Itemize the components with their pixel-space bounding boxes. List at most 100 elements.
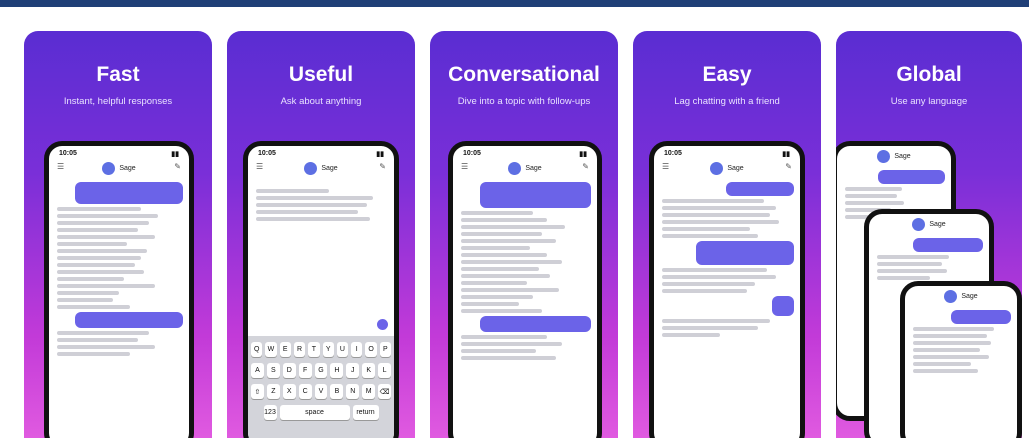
key[interactable]: E <box>279 342 291 357</box>
battery-icon: ▮▮ <box>376 151 384 158</box>
bot-reply <box>905 327 1017 373</box>
key[interactable]: L <box>378 363 392 378</box>
return-key[interactable]: return <box>352 405 379 420</box>
compose-icon[interactable]: ✎ <box>379 162 386 171</box>
status-bar: 10:05 ▮▮ <box>654 146 800 158</box>
bot-reply <box>654 199 800 238</box>
chat-header: ☰ Sage ✎ <box>654 158 800 179</box>
key[interactable]: S <box>266 363 280 378</box>
panel-subtitle: Dive into a topic with follow-ups <box>457 96 591 107</box>
key[interactable]: R <box>293 342 306 357</box>
key[interactable]: M <box>362 384 376 399</box>
keyboard-row-2: A S D F G H J K L <box>251 363 392 378</box>
user-message <box>725 182 794 196</box>
status-time: 10:05 <box>463 150 481 157</box>
key[interactable]: O <box>365 342 377 357</box>
user-message-2 <box>480 316 591 332</box>
battery-icon: ▮▮ <box>579 151 587 158</box>
user-message <box>480 182 591 208</box>
key[interactable]: T <box>308 342 320 357</box>
key[interactable]: Q <box>251 342 263 357</box>
compose-icon[interactable]: ✎ <box>582 162 589 171</box>
bot-reply <box>49 207 189 309</box>
panel-title: Easy <box>702 63 752 86</box>
key[interactable]: W <box>265 342 277 357</box>
key[interactable]: K <box>362 363 376 378</box>
key[interactable]: Y <box>322 342 334 357</box>
avatar <box>508 162 522 175</box>
phone-mockup: 10:05 ▮▮ ☰ Sage ✎ <box>448 141 602 438</box>
user-message <box>75 182 183 204</box>
key[interactable]: N <box>346 384 360 399</box>
panel-title: Global <box>896 63 962 86</box>
status-bar: 10:05 ▮▮ <box>453 146 597 158</box>
chat-header: Sage <box>837 146 951 167</box>
bot-name: Sage <box>894 153 911 160</box>
panel-easy: Easy Lag chatting with a friend 10:05 ▮▮ … <box>633 31 821 438</box>
chat-header: Sage <box>869 214 989 235</box>
key[interactable]: Z <box>266 384 280 399</box>
top-border <box>0 0 1029 7</box>
avatar <box>304 162 318 175</box>
menu-icon[interactable]: ☰ <box>256 162 263 171</box>
panel-conversational: Conversational Dive into a topic with fo… <box>430 31 618 438</box>
panel-subtitle: Instant, helpful responses <box>63 96 173 107</box>
user-message-2 <box>696 241 794 265</box>
key[interactable]: H <box>330 363 344 378</box>
bot-reply-2 <box>453 335 597 360</box>
keyboard-row-4: 123 space return <box>251 405 391 420</box>
key[interactable]: C <box>298 384 312 399</box>
bot-reply-3 <box>654 319 800 337</box>
bot-name: Sage <box>929 221 946 228</box>
key[interactable]: V <box>314 384 328 399</box>
menu-icon[interactable]: ☰ <box>461 162 468 171</box>
chat-header: ☰ Sage ✎ <box>49 158 189 179</box>
phone-mockup: 10:05 ▮▮ ☰ Sage ✎ <box>649 141 805 438</box>
avatar <box>710 162 724 175</box>
battery-icon: ▮▮ <box>171 151 179 158</box>
numbers-key[interactable]: 123 <box>263 405 277 420</box>
key[interactable]: D <box>282 363 296 378</box>
delete-key-icon[interactable]: ⌫ <box>378 384 392 399</box>
bot-reply <box>453 211 597 313</box>
avatar <box>912 218 926 231</box>
panel-global: Global Use any language Sage Sage Sage <box>836 31 1022 438</box>
phone-mockup-front: Sage <box>900 281 1022 438</box>
panel-useful: Useful Ask about anything 10:05 ▮▮ ☰ Sage… <box>227 31 415 438</box>
compose-icon[interactable]: ✎ <box>174 162 181 171</box>
send-button[interactable] <box>377 319 388 330</box>
avatar <box>944 290 958 303</box>
bot-reply <box>869 255 989 280</box>
keyboard-row-1: Q W E R T Y U I O P <box>251 342 391 357</box>
key[interactable]: F <box>298 363 312 378</box>
user-message <box>878 170 945 184</box>
user-message <box>950 310 1011 324</box>
bot-name: Sage <box>727 165 744 172</box>
panel-subtitle: Use any language <box>890 96 968 107</box>
bot-name: Sage <box>119 165 136 172</box>
compose-icon[interactable]: ✎ <box>785 162 792 171</box>
key[interactable]: A <box>251 363 264 378</box>
key[interactable]: P <box>379 342 391 357</box>
key[interactable]: J <box>346 363 360 378</box>
key[interactable]: U <box>336 342 349 357</box>
panel-fast: Fast Instant, helpful responses 10:05 ▮▮ … <box>24 31 212 438</box>
key[interactable]: I <box>351 342 363 357</box>
keyboard-row-3: ⇧ Z X C V B N M ⌫ <box>251 384 392 399</box>
status-time: 10:05 <box>664 150 682 157</box>
status-time: 10:05 <box>59 150 77 157</box>
panel-title: Useful <box>288 63 354 86</box>
menu-icon[interactable]: ☰ <box>57 162 64 171</box>
key[interactable]: X <box>282 384 296 399</box>
bot-reply-2 <box>49 331 189 356</box>
chat-header: Sage <box>905 286 1017 307</box>
key[interactable]: G <box>314 363 328 378</box>
menu-icon[interactable]: ☰ <box>662 162 669 171</box>
key[interactable]: B <box>330 384 344 399</box>
user-message <box>913 238 983 252</box>
status-bar: 10:05 ▮▮ <box>248 146 394 158</box>
space-key[interactable]: space <box>279 405 350 420</box>
user-message-2 <box>75 312 183 328</box>
shift-key-icon[interactable]: ⇧ <box>251 384 264 399</box>
phone-mockup: 10:05 ▮▮ ☰ Sage ✎ <box>44 141 194 438</box>
